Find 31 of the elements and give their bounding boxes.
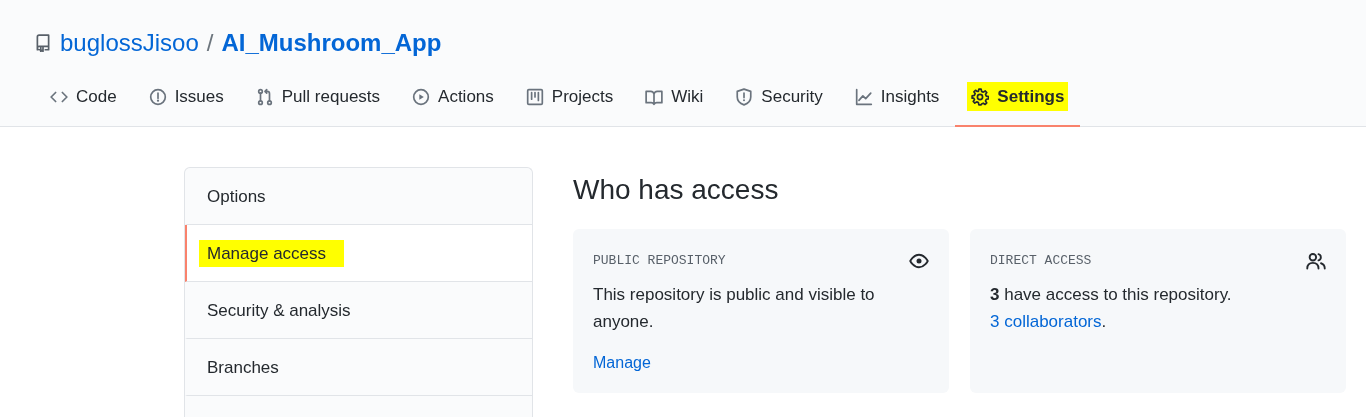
- nav-tab[interactable]: Code: [34, 72, 133, 127]
- sidebar-item[interactable]: Manage access: [185, 225, 532, 282]
- owner-link[interactable]: buglossJisoo: [60, 25, 199, 61]
- nav-tab[interactable]: Projects: [509, 72, 630, 127]
- play-icon: [412, 87, 431, 106]
- nav-tab[interactable]: Pull requests: [239, 72, 397, 127]
- repository-icon: [34, 34, 52, 52]
- page-heading: Who has access: [573, 173, 780, 207]
- issue-icon: [148, 87, 167, 106]
- repository-link[interactable]: AI_Mushroom_App: [221, 25, 442, 61]
- manage-link[interactable]: Manage: [593, 350, 651, 375]
- sidebar-item[interactable]: Security & analysis: [185, 282, 532, 339]
- nav-tab[interactable]: Security: [719, 72, 839, 127]
- sidebar-item[interactable]: Branches: [185, 339, 532, 396]
- nav-tab[interactable]: Settings: [955, 72, 1081, 127]
- card-title: DIRECT ACCESS: [990, 251, 1092, 270]
- graph-icon: [854, 87, 873, 106]
- project-board-icon: [525, 87, 544, 106]
- card-text: This repository is public and visible to anyone.: [593, 283, 876, 333]
- nav-tab[interactable]: Insights: [838, 72, 956, 127]
- people-icon: [1306, 250, 1326, 271]
- nav-tab[interactable]: Issues: [132, 72, 240, 127]
- pull-request-icon: [255, 87, 274, 106]
- settings-icon: [971, 87, 990, 106]
- card-title: PUBLIC REPOSITORY: [593, 251, 726, 270]
- nav-tab[interactable]: Actions: [396, 72, 510, 127]
- path-separator: /: [206, 28, 214, 58]
- shield-icon: [735, 87, 754, 106]
- nav-tab[interactable]: Wiki: [629, 72, 720, 127]
- collaborators-link[interactable]: 3 collaborators: [990, 311, 1102, 331]
- card-text: 3 have access to this repository. 3 collaborators.: [990, 283, 1233, 333]
